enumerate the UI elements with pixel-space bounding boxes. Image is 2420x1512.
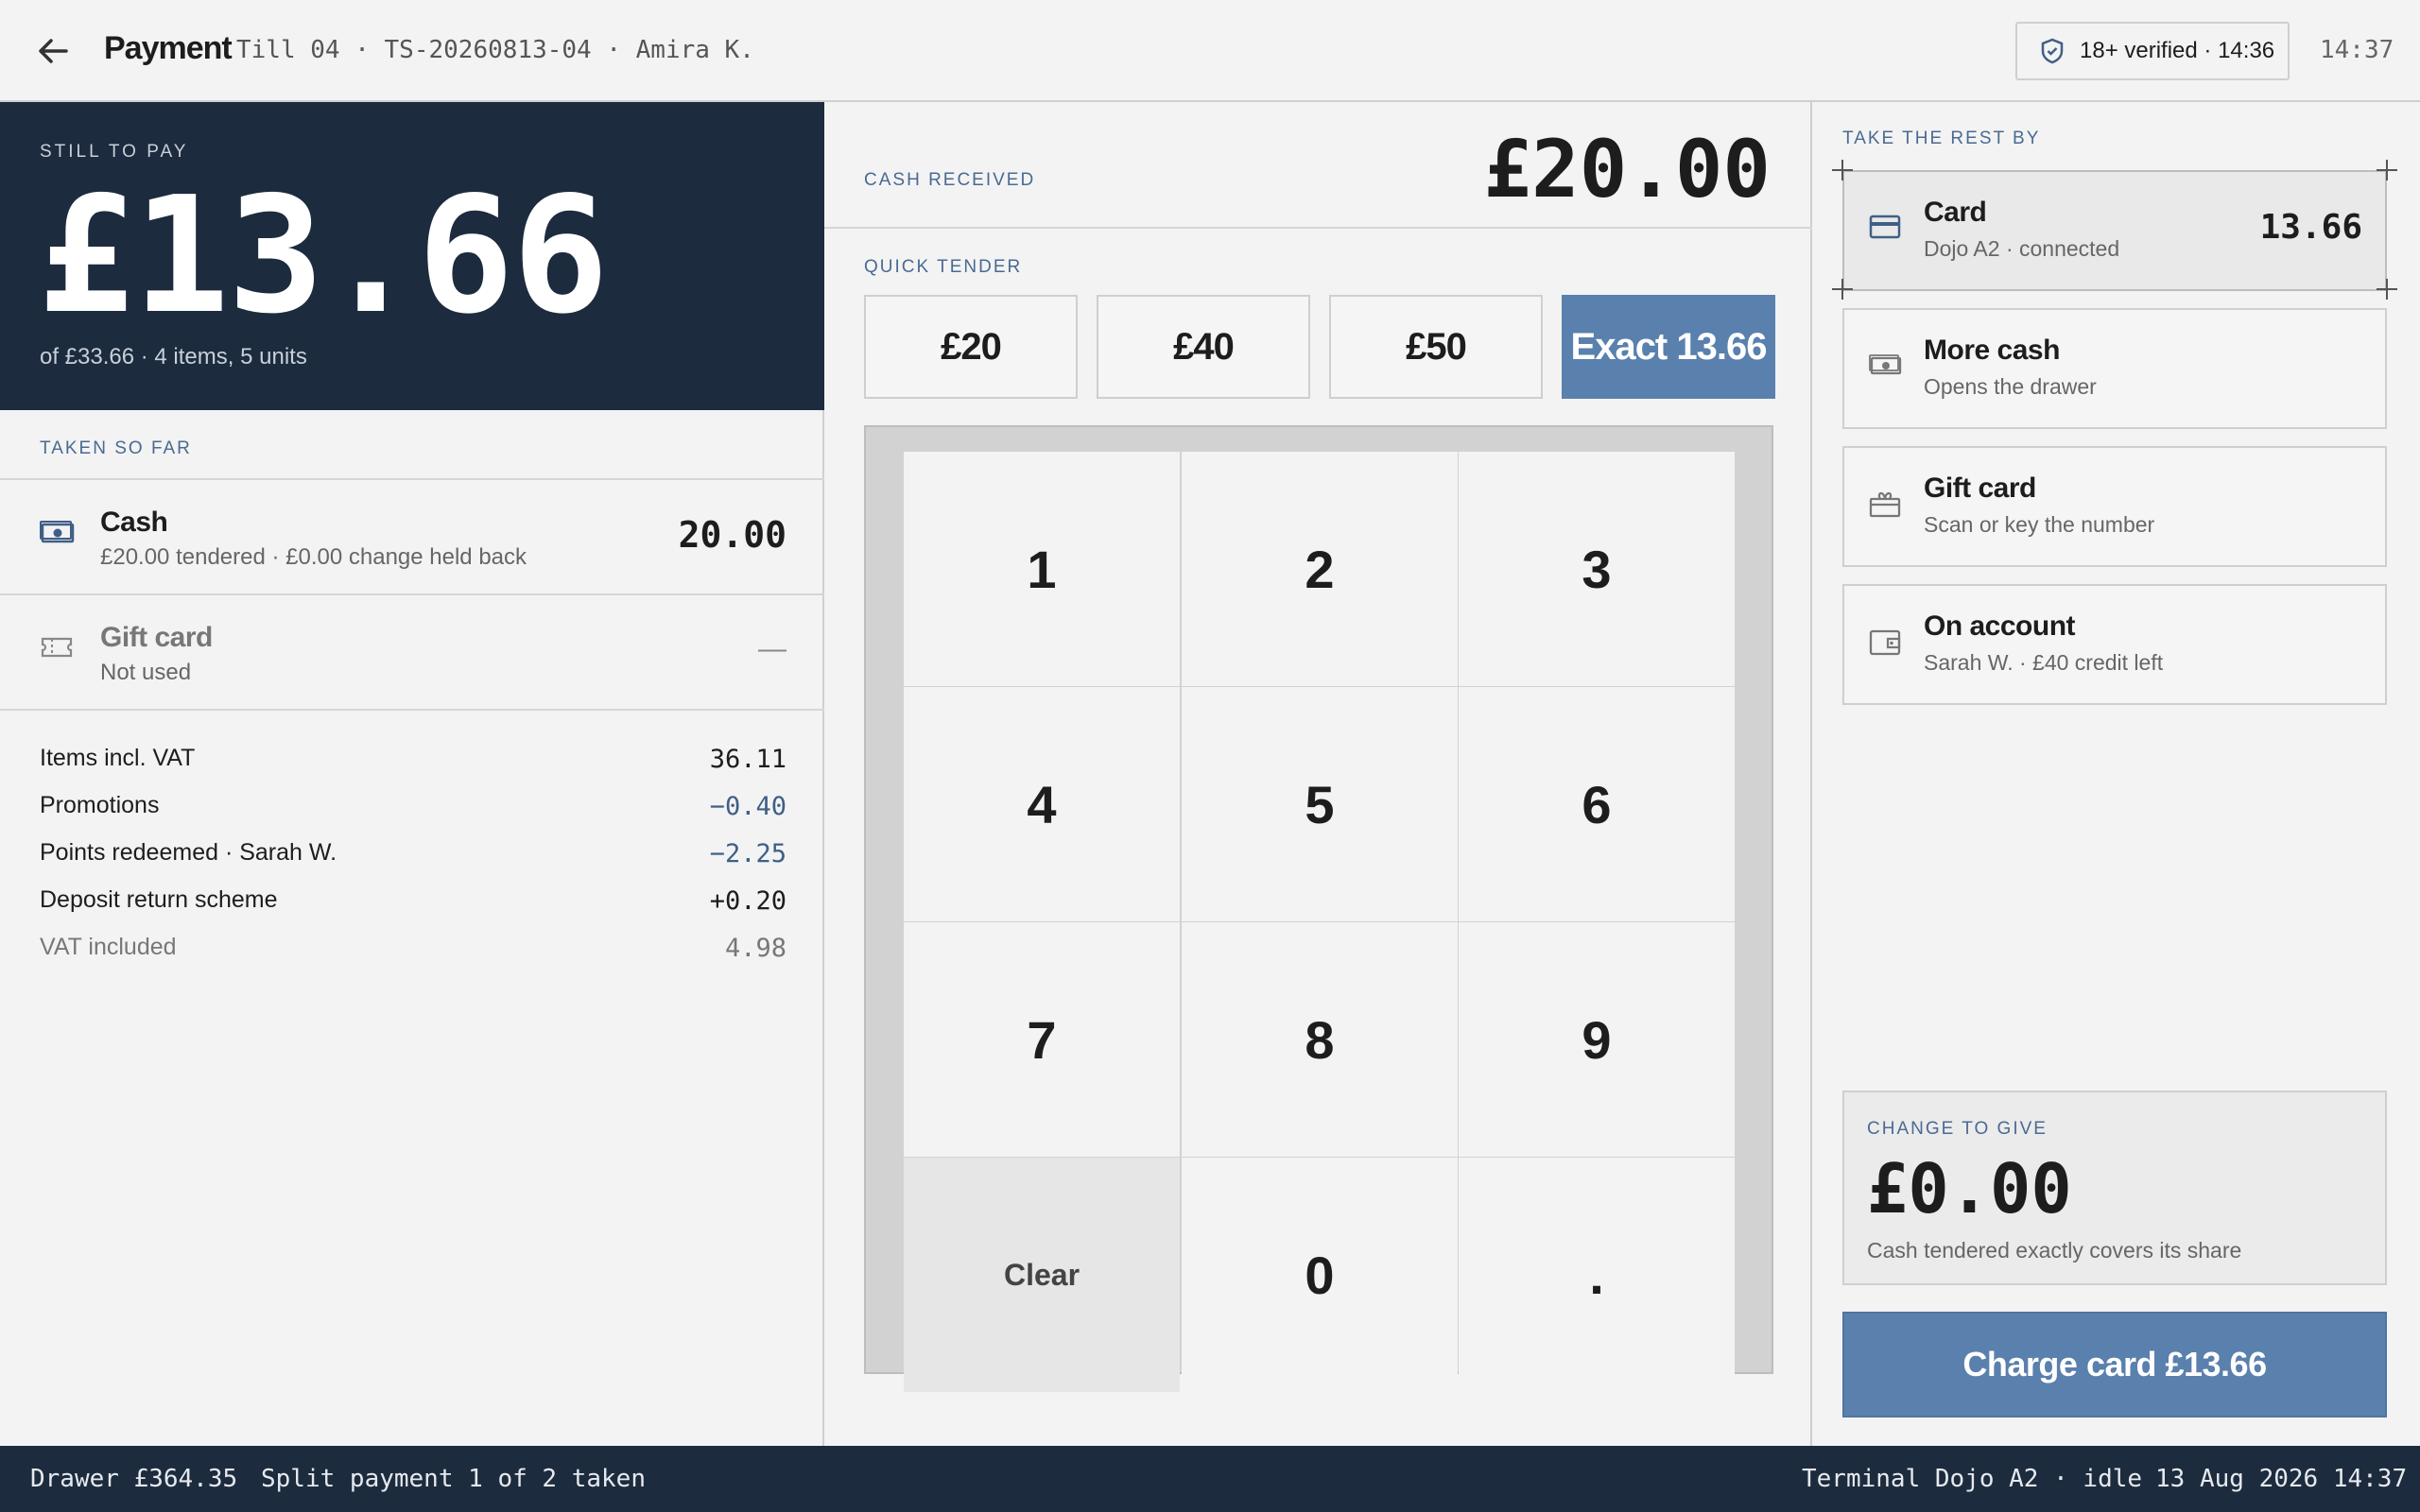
keypad-key-0[interactable]: 0 [1182,1158,1458,1392]
cash-received-amount: £20.00 [1483,123,1771,215]
summary-line-promotions: Promotions −0.40 [40,792,786,830]
back-arrow-icon[interactable] [30,28,76,74]
tender-amount: — [758,633,786,664]
keypad-key-6[interactable]: 6 [1459,687,1735,921]
divider [824,227,1812,229]
payment-summary-column: STILL TO PAY £13.66 of £33.66 · 4 items,… [0,102,824,1446]
method-name: Card [1924,197,1987,228]
keypad-key-8[interactable]: 8 [1182,922,1458,1157]
method-on-account[interactable]: On account Sarah W. · £40 credit left [1842,584,2387,705]
change-note: Cash tendered exactly covers its share [1867,1238,2242,1263]
charge-card-button[interactable]: Charge card £13.66 [1842,1312,2387,1418]
gift-card-ticket-icon [40,633,74,666]
split-payment-status: Split payment 1 of 2 taken [261,1465,646,1493]
card-icon [1869,214,1901,245]
method-gift-card[interactable]: Gift card Scan or key the number [1842,446,2387,567]
summary-value: +0.20 [709,886,786,916]
clock: 14:37 [2320,36,2394,64]
method-name: Gift card [1924,472,2036,504]
till-session-meta: Till 04 · TS-20260813-04 · Amira K. [236,36,754,64]
keypad-key-3[interactable]: 3 [1459,452,1735,686]
cash-received-label: CASH RECEIVED [864,170,1036,190]
change-to-give-panel: CHANGE TO GIVE £0.00 Cash tendered exact… [1842,1091,2387,1285]
cash-icon [40,518,76,551]
tender-name: Gift card [100,622,213,653]
summary-line-deposit: Deposit return scheme +0.20 [40,886,786,924]
method-desc: Opens the drawer [1924,374,2097,399]
keypad-key-1[interactable]: 1 [904,452,1180,686]
age-badge-label: 18+ verified · 14:36 [2080,38,2275,63]
terminal-status: Terminal Dojo A2 · idle [1802,1465,2143,1493]
exact-amount-button[interactable]: Exact 13.66 [1562,295,1775,399]
summary-line-points: Points redeemed · Sarah W. −2.25 [40,839,786,877]
still-to-pay-amount: £13.66 [38,163,609,350]
drawer-total: Drawer £364.35 [30,1465,238,1493]
cash-icon [1869,352,1903,383]
summary-value: 36.11 [709,745,786,774]
summary-value: −0.40 [709,792,786,821]
keypad-key-4[interactable]: 4 [904,687,1180,921]
tender-desc: Not used [100,660,192,685]
keypad-key-decimal[interactable]: . [1459,1158,1735,1392]
summary-line-vat: VAT included 4.98 [40,934,786,971]
keypad-key-2[interactable]: 2 [1182,452,1458,686]
tender-desc: £20.00 tendered · £0.00 change held back [100,544,527,570]
summary-value: −2.25 [709,839,786,868]
take-rest-by-label: TAKE THE REST BY [1842,129,2041,148]
summary-label: VAT included [40,934,177,960]
selection-corner-marker [1832,160,1853,180]
footer-datetime: 13 Aug 2026 14:37 [2155,1465,2408,1493]
still-to-pay-label: STILL TO PAY [40,142,189,162]
keypad-key-7[interactable]: 7 [904,922,1180,1157]
taken-row-gift-card[interactable]: Gift card Not used — [0,593,824,709]
still-to-pay-panel: STILL TO PAY £13.66 of £33.66 · 4 items,… [0,102,824,410]
keypad-clear-key[interactable]: Clear [904,1158,1180,1392]
quick-tender-20-button[interactable]: £20 [864,295,1078,399]
gift-icon [1869,490,1901,523]
summary-label: Points redeemed · Sarah W. [40,839,337,866]
page-title: Payment [104,30,233,66]
method-desc: Scan or key the number [1924,512,2155,537]
divider [0,709,824,711]
shield-check-icon [2041,38,2064,64]
quick-tender-40-button[interactable]: £40 [1097,295,1310,399]
summary-value: 4.98 [724,934,786,963]
change-label: CHANGE TO GIVE [1867,1119,2048,1139]
summary-line-items: Items incl. VAT 36.11 [40,745,786,782]
method-name: More cash [1924,335,2060,366]
tender-amount: 20.00 [678,514,786,556]
summary-label: Items incl. VAT [40,745,196,771]
basket-total-subtitle: of £33.66 · 4 items, 5 units [40,344,307,369]
method-amount: 13.66 [2259,208,2362,247]
taken-so-far-label: TAKEN SO FAR [40,438,192,458]
age-verified-badge: 18+ verified · 14:36 [2015,22,2290,80]
selection-corner-marker [2377,160,2397,180]
method-desc: Dojo A2 · connected [1924,236,2120,261]
summary-label: Promotions [40,792,160,818]
taken-row-cash[interactable]: Cash £20.00 tendered · £0.00 change held… [0,478,824,593]
wallet-icon [1869,627,1901,661]
keypad: 1 2 3 4 5 6 7 8 9 Clear 0 . [864,425,1773,1392]
payment-method-column: TAKE THE REST BY Card Dojo A2 · connecte… [1812,102,2420,1446]
cash-entry-column: CASH RECEIVED £20.00 QUICK TENDER £20 £4… [824,102,1812,1446]
status-bar: Drawer £364.35 Split payment 1 of 2 take… [0,1446,2420,1512]
method-name: On account [1924,610,2076,642]
tender-name: Cash [100,507,168,538]
summary-label: Deposit return scheme [40,886,278,913]
keypad-key-5[interactable]: 5 [1182,687,1458,921]
change-amount: £0.00 [1867,1149,2072,1228]
quick-tender-50-button[interactable]: £50 [1329,295,1543,399]
selection-corner-marker [1832,279,1853,300]
method-desc: Sarah W. · £40 credit left [1924,650,2164,675]
method-card[interactable]: Card Dojo A2 · connected 13.66 [1842,170,2387,291]
method-more-cash[interactable]: More cash Opens the drawer [1842,308,2387,429]
quick-tender-label: QUICK TENDER [864,257,1023,277]
header-bar: Payment Till 04 · TS-20260813-04 · Amira… [0,0,2420,102]
keypad-key-9[interactable]: 9 [1459,922,1735,1157]
selection-corner-marker [2377,279,2397,300]
